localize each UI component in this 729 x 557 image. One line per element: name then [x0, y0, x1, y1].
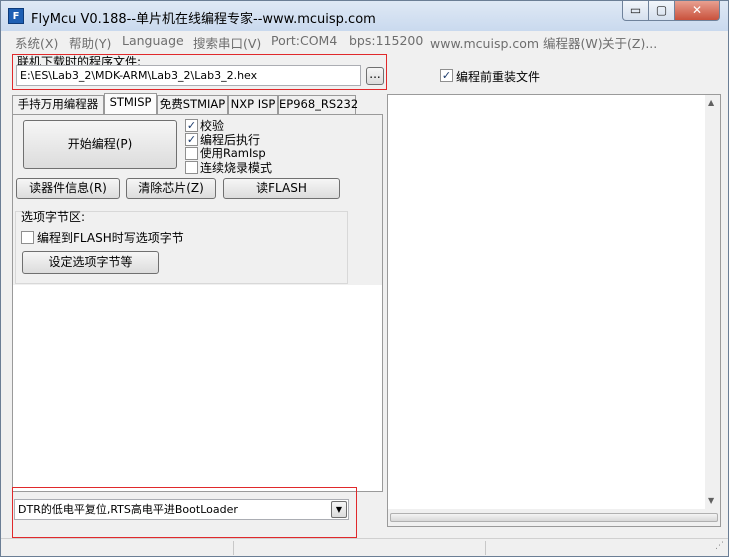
tab-nxp-isp[interactable]: NXP ISP — [228, 95, 278, 114]
status-bar: ⋰ — [1, 538, 728, 556]
app-icon: F — [8, 8, 24, 24]
maximize-button[interactable]: ▢ — [648, 1, 675, 21]
output-log[interactable] — [387, 94, 721, 527]
menu-language[interactable]: Language — [122, 33, 184, 48]
menu-search-port[interactable]: 搜索串口(V) — [193, 33, 261, 52]
tab-ep968[interactable]: EP968_RS232 — [278, 95, 358, 114]
run-after-checkbox[interactable]: ✓ — [185, 133, 198, 146]
menu-port[interactable]: Port:COM4 — [271, 33, 337, 48]
menu-help[interactable]: 帮助(Y) — [69, 33, 111, 52]
minimize-icon: ▭ — [629, 3, 642, 17]
status-divider-2 — [485, 541, 486, 555]
tab-stmisp[interactable]: STMISP — [104, 93, 157, 115]
reload-label: 编程前重装文件 — [456, 70, 541, 84]
read-info-button[interactable]: 读器件信息(R) — [16, 178, 120, 199]
title-bar[interactable]: F FlyMcu V0.188--单片机在线编程专家--www.mcuisp.c… — [1, 1, 728, 31]
verify-checkbox[interactable]: ✓ — [185, 119, 198, 132]
chevron-down-icon: ▼ — [335, 505, 343, 514]
ramisp-checkbox[interactable] — [185, 147, 198, 160]
close-button[interactable]: ✕ — [674, 1, 720, 21]
option-bytes-label: 选项字节区: — [21, 210, 86, 224]
horizontal-scrollbar[interactable] — [388, 509, 720, 526]
reset-mode-select[interactable]: DTR的低电平复位,RTS高电平进BootLoader — [14, 499, 349, 520]
scroll-down-icon[interactable]: ▼ — [708, 496, 714, 506]
read-flash-button[interactable]: 读FLASH — [223, 178, 340, 199]
menu-about[interactable]: 关于(Z)... — [602, 33, 657, 52]
vertical-scrollbar[interactable] — [705, 95, 720, 509]
write-option-label: 编程到FLASH时写选项字节 — [37, 231, 184, 245]
reset-mode-dropdown-button[interactable]: ▼ — [331, 501, 347, 518]
menu-bar: 系统(X) 帮助(Y) Language 搜索串口(V) Port:COM4 b… — [1, 31, 728, 51]
horizontal-scroll-thumb[interactable] — [390, 513, 718, 522]
reload-checkbox[interactable]: ✓ — [440, 69, 453, 82]
browse-button[interactable]: ... — [366, 67, 384, 85]
minimize-button[interactable]: ▭ — [622, 1, 649, 21]
window-title: FlyMcu V0.188--单片机在线编程专家--www.mcuisp.com — [31, 12, 376, 27]
close-icon: ✕ — [691, 3, 703, 17]
erase-chip-button[interactable]: 清除芯片(Z) — [126, 178, 216, 199]
status-divider-1 — [233, 541, 234, 555]
write-option-checkbox[interactable] — [21, 231, 34, 244]
start-program-button[interactable]: 开始编程(P) — [23, 120, 177, 169]
tab-stmiap[interactable]: 免费STMIAP — [157, 95, 228, 114]
reset-mode-value: DTR的低电平复位,RTS高电平进BootLoader — [18, 503, 238, 516]
resize-grip-icon[interactable]: ⋰ — [715, 541, 724, 551]
menu-system[interactable]: 系统(X) — [15, 33, 58, 52]
menu-programmer[interactable]: www.mcuisp.com 编程器(W) — [430, 33, 603, 52]
set-option-bytes-button[interactable]: 设定选项字节等 — [22, 251, 159, 274]
app-window: F FlyMcu V0.188--单片机在线编程专家--www.mcuisp.c… — [0, 0, 729, 557]
scroll-up-icon[interactable]: ▲ — [708, 98, 714, 108]
menu-baud-rate[interactable]: bps:115200 — [349, 33, 423, 48]
maximize-icon: ▢ — [655, 3, 668, 17]
tab-handheld[interactable]: 手持万用编程器 — [12, 95, 104, 114]
file-path-input[interactable]: E:\ES\Lab3_2\MDK-ARM\Lab3_2\Lab3_2.hex — [16, 65, 361, 86]
continuous-label: 连续烧录模式 — [200, 161, 273, 175]
continuous-checkbox[interactable] — [185, 161, 198, 174]
